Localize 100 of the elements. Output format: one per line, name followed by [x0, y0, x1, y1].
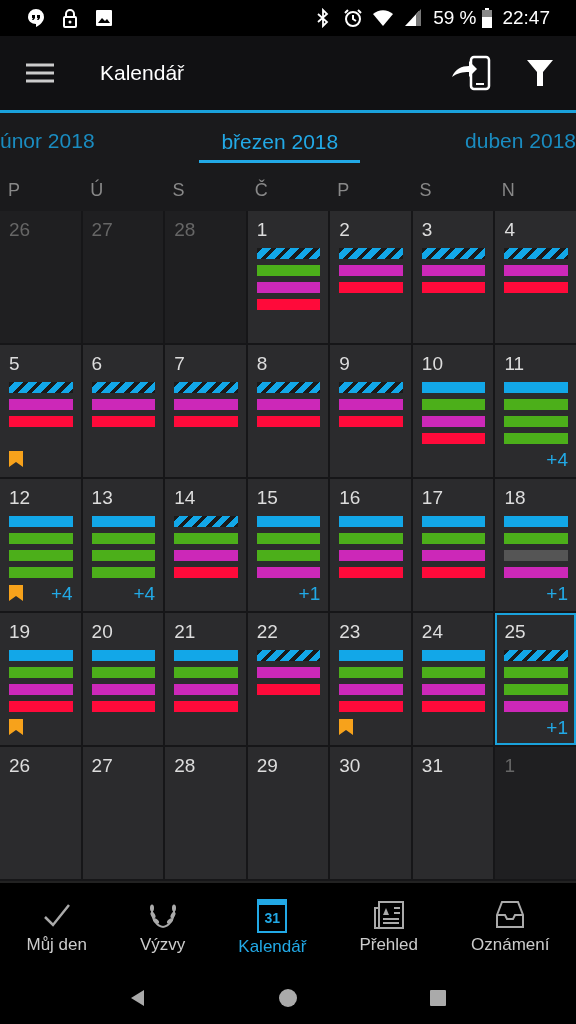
weekday-label: S — [418, 179, 433, 201]
day-number: 3 — [421, 219, 434, 241]
weekday-label: Ú — [89, 179, 105, 201]
wifi-icon — [373, 8, 394, 28]
day-number: 30 — [339, 755, 362, 777]
day-cell[interactable]: 24 — [412, 613, 494, 745]
day-number: 24 — [421, 621, 444, 643]
day-number: 23 — [339, 621, 362, 643]
weekday-label: S — [171, 179, 186, 201]
day-number: 25 — [504, 621, 527, 643]
day-number: 13 — [91, 487, 114, 509]
more-count: +4 — [133, 583, 156, 605]
day-number: 27 — [91, 219, 114, 241]
recents-icon[interactable] — [428, 987, 448, 1008]
day-number: 28 — [174, 219, 197, 241]
day-number: 15 — [256, 487, 279, 509]
day-number: 14 — [174, 487, 197, 509]
day-cell[interactable]: 15 +1 — [247, 479, 329, 611]
day-number: 11 — [504, 353, 526, 375]
month-tab[interactable]: únor 2018 — [0, 121, 95, 161]
day-number: 1 — [256, 219, 269, 241]
menu-icon[interactable] — [26, 63, 54, 83]
app-title: Kalendář — [100, 61, 185, 85]
day-cell[interactable]: 14 — [165, 479, 246, 611]
day-number: 10 — [421, 353, 444, 375]
day-number: 17 — [421, 487, 444, 509]
day-number: 31 — [421, 755, 444, 777]
nav-tab[interactable]: Výzvy — [140, 899, 186, 955]
day-number: 8 — [256, 353, 269, 375]
day-cell[interactable]: 20 — [82, 613, 164, 745]
day-cell[interactable]: 17 — [412, 479, 494, 611]
day-number: 26 — [9, 219, 32, 241]
lock-icon — [60, 8, 80, 28]
day-number: 9 — [339, 353, 351, 375]
day-number: 19 — [9, 621, 32, 643]
more-count: +1 — [546, 583, 568, 605]
day-number: 26 — [9, 755, 32, 777]
day-number: 1 — [504, 755, 516, 777]
day-cell[interactable]: 12 +4 — [0, 479, 81, 611]
day-cell[interactable]: 8 — [247, 345, 329, 477]
day-number: 12 — [9, 487, 32, 509]
battery-icon — [482, 8, 493, 28]
day-cell[interactable]: 22 — [247, 613, 329, 745]
day-number: 27 — [91, 755, 114, 777]
day-number: 7 — [174, 353, 186, 375]
day-cell[interactable]: 11 +4 — [495, 345, 576, 477]
day-cell[interactable]: 10 — [412, 345, 494, 477]
month-tab[interactable]: duben 2018 — [465, 121, 576, 161]
day-cell[interactable]: 26 — [0, 747, 81, 879]
filter-icon[interactable] — [526, 59, 554, 87]
weekday-label: P — [336, 179, 351, 201]
month-tab[interactable]: březen 2018 — [199, 119, 361, 163]
day-cell[interactable]: 18 +1 — [495, 479, 576, 611]
home-icon[interactable] — [278, 987, 298, 1008]
day-cell[interactable]: 4 — [495, 211, 576, 343]
day-number: 6 — [91, 353, 104, 375]
newspaper-icon — [371, 899, 406, 931]
weekday-label: N — [500, 179, 516, 201]
day-number: 28 — [174, 755, 197, 777]
day-cell[interactable]: 27 — [82, 747, 164, 879]
day-cell[interactable]: 3 — [412, 211, 494, 343]
day-cell[interactable]: 21 — [165, 613, 246, 745]
day-cell[interactable]: 2 — [330, 211, 411, 343]
day-cell[interactable]: 1 — [247, 211, 329, 343]
day-cell[interactable]: 29 — [247, 747, 329, 879]
day-cell[interactable]: 30 — [330, 747, 411, 879]
day-cell[interactable]: 19 — [0, 613, 81, 745]
nav-tab[interactable]: Přehled — [359, 899, 418, 955]
nav-tab[interactable]: Můj den — [26, 899, 87, 955]
more-count: +1 — [298, 583, 321, 605]
day-number: 16 — [339, 487, 362, 509]
weekday-label: Č — [253, 179, 269, 201]
day-number: 22 — [256, 621, 279, 643]
day-cell[interactable]: 13 +4 — [82, 479, 164, 611]
image-icon — [94, 8, 114, 28]
nav-tab[interactable]: Oznámení — [471, 899, 550, 955]
day-cell[interactable]: 25 +1 — [495, 613, 576, 745]
day-cell[interactable]: 28 — [165, 747, 246, 879]
day-cell[interactable]: 16 — [330, 479, 411, 611]
more-count: +1 — [546, 717, 568, 739]
day-number: 18 — [504, 487, 527, 509]
chat-bubble-icon — [26, 8, 46, 28]
day-number: 5 — [9, 353, 21, 375]
day-cell[interactable]: 7 — [165, 345, 246, 477]
day-cell[interactable]: 31 — [412, 747, 494, 879]
more-count: +4 — [50, 583, 73, 605]
clock-time: 22:47 — [502, 7, 550, 29]
day-cell[interactable]: 5 — [0, 345, 81, 477]
alarm-icon — [343, 8, 364, 28]
day-cell[interactable]: 9 — [330, 345, 411, 477]
calendar-icon: 31 — [257, 899, 288, 933]
weekday-label: P — [7, 179, 21, 201]
more-count: +4 — [546, 449, 568, 471]
day-number: 20 — [91, 621, 114, 643]
day-number: 21 — [174, 621, 197, 643]
nav-tab[interactable]: 31 Kalendář — [238, 897, 307, 957]
day-cell[interactable]: 6 — [82, 345, 164, 477]
day-cell[interactable]: 23 — [330, 613, 411, 745]
signal-icon — [403, 8, 424, 28]
battery-percentage: 59 % — [433, 7, 477, 29]
